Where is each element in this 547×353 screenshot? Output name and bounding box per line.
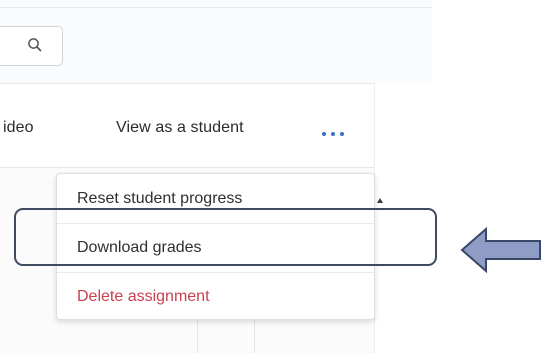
menu-item-delete-assignment[interactable]: Delete assignment — [57, 272, 374, 321]
search-input[interactable] — [0, 26, 63, 66]
highlight-outline — [14, 208, 437, 266]
more-horizontal-icon[interactable] — [320, 130, 348, 138]
header-top-divider — [0, 7, 432, 8]
scroll-up-arrow-icon[interactable] — [377, 198, 383, 203]
table-column-divider — [197, 318, 198, 353]
video-tab-partial[interactable]: ideo — [3, 119, 34, 137]
search-icon — [28, 38, 42, 52]
header-bar — [0, 0, 432, 84]
view-as-student-button[interactable]: View as a student — [116, 119, 244, 137]
left-arrow-icon — [460, 227, 541, 273]
table-column-divider — [254, 318, 255, 353]
